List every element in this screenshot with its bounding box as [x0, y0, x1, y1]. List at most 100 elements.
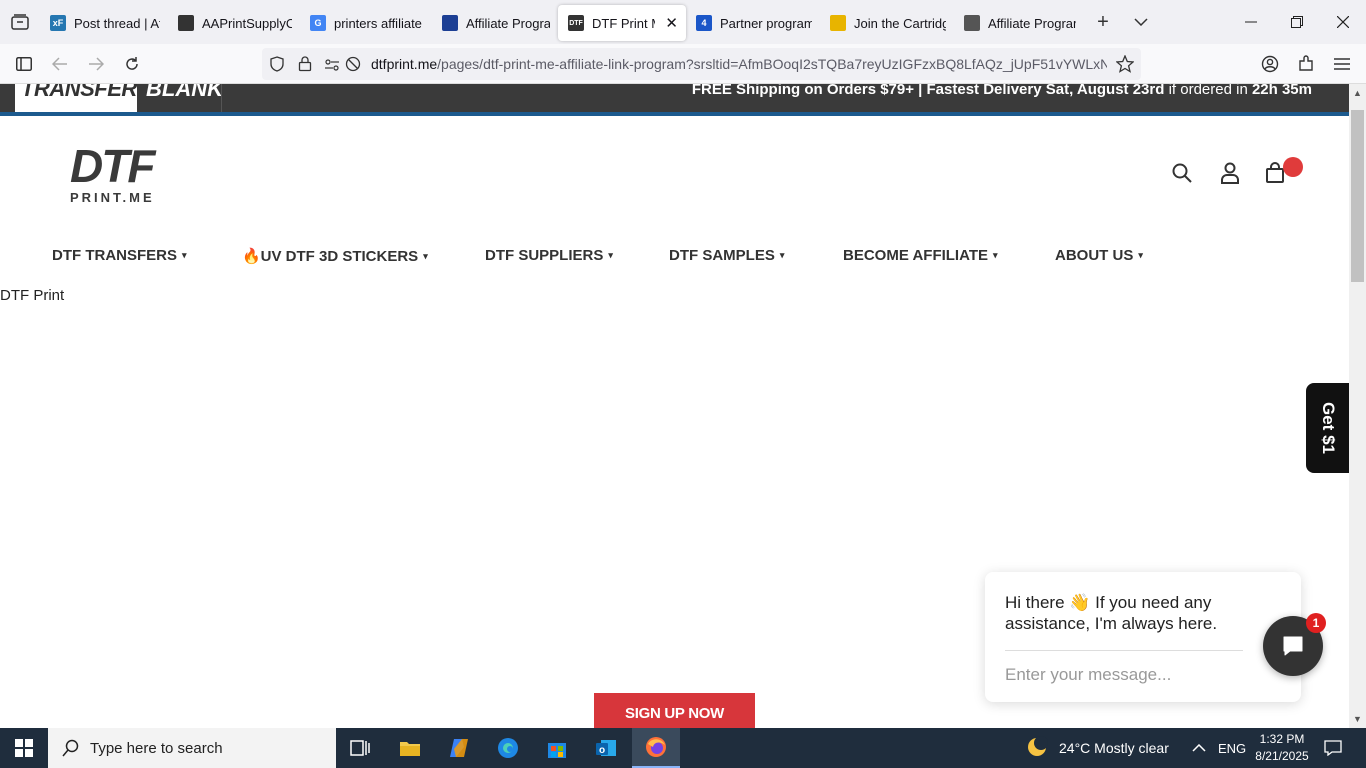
no-tracking-icon[interactable]	[345, 56, 361, 77]
edge-browser-icon[interactable]	[484, 728, 532, 768]
user-account-icon[interactable]	[1218, 161, 1242, 185]
tab-favicon-icon	[442, 15, 458, 31]
language-indicator[interactable]: ENG	[1218, 728, 1246, 768]
tab-overflow-chevron-icon[interactable]	[1122, 0, 1160, 44]
tab-favicon-icon: xF	[50, 15, 66, 31]
shipping-notice: FREE Shipping on Orders $79+ | Fastest D…	[691, 84, 1312, 98]
permissions-icon[interactable]	[324, 58, 340, 76]
chat-greeting: Hi there 👋 If you need any assistance, I…	[1005, 593, 1218, 633]
browser-tab-4[interactable]: DTF DTF Print Me A ✕	[558, 5, 686, 41]
clock-time: 1:32 PM	[1259, 732, 1305, 746]
nav-become-affiliate[interactable]: BECOME AFFILIATE ▾	[843, 247, 998, 264]
tab-favicon-icon: G	[310, 15, 326, 31]
nav-dtf-samples[interactable]: DTF SAMPLES ▾	[669, 247, 784, 264]
chat-unread-badge: 1	[1306, 613, 1326, 633]
browser-tab-6[interactable]: Join the Cartridg	[820, 5, 954, 41]
store-switch-transfers[interactable]: TRANSFERS	[15, 84, 137, 112]
file-explorer-icon[interactable]	[386, 728, 434, 768]
firefox-icon[interactable]	[632, 728, 680, 768]
outlook-icon[interactable]: o	[582, 728, 630, 768]
scrollbar-thumb[interactable]	[1351, 110, 1364, 282]
search-icon[interactable]	[1170, 161, 1194, 185]
scroll-up-arrow-icon[interactable]: ▲	[1351, 86, 1364, 100]
tab-title: DTF Print Me A	[592, 15, 655, 31]
search-icon	[62, 739, 80, 757]
svg-text:o: o	[599, 745, 605, 756]
weather-widget[interactable]: 24°C Mostly clear	[1025, 728, 1169, 768]
tab-favicon-icon	[964, 15, 980, 31]
browser-toolbar: dtfprint.me/pages/dtf-print-me-affiliate…	[0, 44, 1366, 84]
chat-divider	[1005, 650, 1243, 651]
page-breadcrumb[interactable]: DTF Print	[0, 287, 64, 304]
chat-popup: Hi there 👋 If you need any assistance, I…	[985, 572, 1301, 702]
tab-title: Affiliate Program	[466, 15, 550, 31]
nav-about-us[interactable]: ABOUT US ▾	[1055, 247, 1143, 264]
nav-dtf-suppliers[interactable]: DTF SUPPLIERS ▾	[485, 247, 613, 264]
tab-close-icon[interactable]: ✕	[665, 14, 678, 32]
nav-dtf-transfers[interactable]: DTF TRANSFERS ▾	[52, 247, 187, 264]
bookmark-star-icon[interactable]	[1115, 54, 1135, 78]
microsoft-store-icon[interactable]	[533, 728, 581, 768]
menu-hamburger-icon[interactable]	[1328, 50, 1356, 78]
url-bar[interactable]: dtfprint.me/pages/dtf-print-me-affiliate…	[262, 48, 1141, 80]
browser-tab-strip: xF Post thread | Affi AAPrintSupplyCo Gprin…	[0, 0, 1366, 44]
browser-tab-5[interactable]: 4 Partner program	[686, 5, 820, 41]
site-logo[interactable]: DTF PRINT.ME	[70, 140, 155, 205]
notifications-icon[interactable]	[1324, 728, 1342, 768]
scroll-down-arrow-icon[interactable]: ▼	[1351, 712, 1364, 726]
restore-button[interactable]	[1274, 0, 1320, 44]
extensions-icon[interactable]	[1292, 50, 1320, 78]
sidebar-toggle-icon[interactable]	[10, 50, 38, 78]
chat-message-input[interactable]: Enter your message...	[1005, 665, 1171, 685]
logo-wordmark: DTF	[70, 140, 155, 192]
task-view-icon[interactable]	[336, 728, 384, 768]
browser-tab-0[interactable]: xF Post thread | Affi	[40, 5, 168, 41]
browser-tab-3[interactable]: Affiliate Program	[432, 5, 558, 41]
tab-title: Post thread | Affi	[74, 15, 160, 31]
tab-title: Join the Cartridg	[854, 15, 946, 31]
show-hidden-icons-chevron-icon[interactable]	[1192, 728, 1206, 768]
tab-favicon-icon	[178, 15, 194, 31]
sign-up-button[interactable]: SIGN UP NOW	[594, 693, 755, 728]
back-button[interactable]	[46, 50, 74, 78]
tab-favicon-icon: DTF	[568, 15, 584, 31]
minimize-button[interactable]	[1228, 0, 1274, 44]
chevron-down-icon: ▾	[993, 250, 998, 260]
browser-tab-7[interactable]: Affiliate Program	[954, 5, 1084, 41]
tab-title: Affiliate Program	[988, 15, 1076, 31]
tab-favicon-icon: 4	[696, 15, 712, 31]
system-clock[interactable]: 1:32 PM 8/21/2025	[1250, 731, 1314, 765]
url-text[interactable]: dtfprint.me/pages/dtf-print-me-affiliate…	[371, 56, 1107, 72]
chat-bubble-icon	[1283, 636, 1303, 656]
taskbar-search-box[interactable]: Type here to search	[48, 728, 336, 768]
cart-count-badge	[1283, 157, 1303, 177]
header-divider	[0, 112, 1349, 116]
copilot-icon[interactable]	[435, 728, 483, 768]
tab-list-icon[interactable]	[0, 0, 40, 44]
account-icon[interactable]	[1256, 50, 1284, 78]
tracking-shield-icon[interactable]	[270, 56, 284, 77]
store-switch-blanks[interactable]: BLANKS	[140, 84, 222, 112]
tab-title: AAPrintSupplyCo	[202, 15, 292, 31]
browser-tab-1[interactable]: AAPrintSupplyCo	[168, 5, 300, 41]
chevron-down-icon: ▾	[779, 250, 785, 260]
clock-date: 8/21/2025	[1255, 749, 1309, 763]
announcement-bar: TRANSFERS BLANKS FREE Shipping on Orders…	[0, 84, 1349, 112]
forward-button[interactable]	[82, 50, 110, 78]
moon-cloud-icon	[1025, 736, 1049, 760]
get-dollar-button[interactable]: Get $1	[1306, 383, 1349, 473]
reload-button[interactable]	[118, 50, 146, 78]
tab-title: printers affiliate p	[334, 15, 424, 31]
web-page: TRANSFERS BLANKS FREE Shipping on Orders…	[0, 84, 1349, 728]
nav-uv-dtf-stickers[interactable]: 🔥UV DTF 3D STICKERS ▾	[242, 247, 428, 265]
browser-tab-2[interactable]: Gprinters affiliate p	[300, 5, 432, 41]
tab-title: Partner program	[720, 15, 812, 31]
logo-subtitle: PRINT.ME	[70, 190, 155, 205]
tab-favicon-icon	[830, 15, 846, 31]
chevron-down-icon: ▾	[423, 250, 428, 261]
new-tab-button[interactable]: +	[1084, 0, 1122, 44]
chevron-down-icon: ▾	[1138, 250, 1143, 260]
close-window-button[interactable]	[1320, 0, 1366, 44]
lock-icon[interactable]	[298, 55, 312, 77]
start-windows-icon[interactable]	[0, 728, 48, 768]
